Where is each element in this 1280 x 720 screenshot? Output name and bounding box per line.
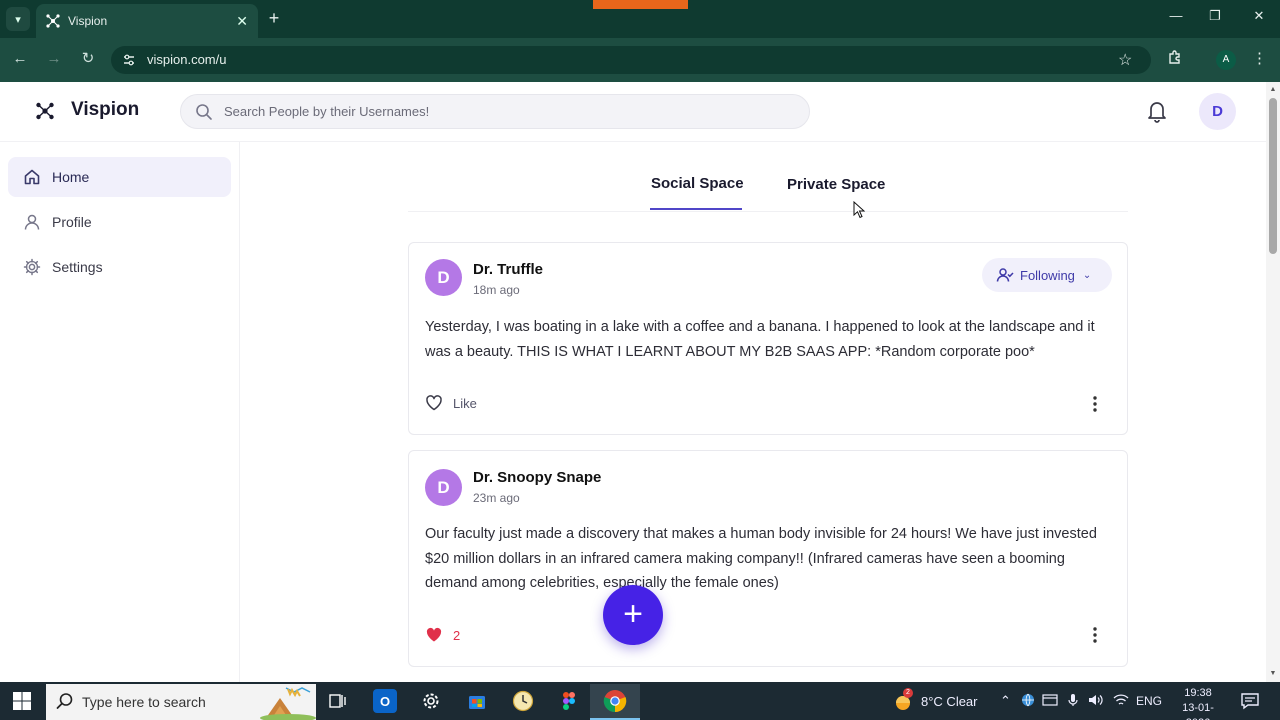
outlook-icon[interactable]: O — [373, 689, 397, 713]
chrome-icon[interactable] — [603, 689, 627, 713]
tab-social-space[interactable]: Social Space — [651, 175, 744, 192]
scroll-down-icon[interactable]: ▼ — [1268, 670, 1278, 677]
user-avatar[interactable]: D — [1199, 93, 1236, 130]
bookmark-star-icon[interactable]: ☆ — [1118, 50, 1132, 70]
user-check-icon — [996, 266, 1014, 284]
notification-center-icon[interactable] — [1240, 691, 1260, 711]
wifi-icon[interactable] — [1113, 693, 1129, 710]
address-bar[interactable] — [111, 46, 1151, 74]
create-post-button[interactable]: + — [603, 585, 663, 645]
sidebar-item-label: Home — [52, 169, 90, 185]
notification-bell-icon[interactable] — [1146, 99, 1168, 123]
microsoft-store-icon[interactable] — [465, 689, 489, 713]
browser-profile-avatar[interactable]: A — [1216, 50, 1236, 70]
space-tabs — [408, 142, 1128, 212]
post-menu-icon[interactable] — [1087, 625, 1103, 645]
tab-title: Vispion — [68, 14, 108, 28]
close-window-button[interactable]: ✕ — [1249, 8, 1269, 24]
app-logo-text[interactable]: Vispion — [71, 99, 139, 121]
folder-tray-icon[interactable] — [1042, 693, 1058, 710]
scrollbar-thumb[interactable] — [1269, 98, 1277, 254]
chevron-down-icon: ⌄ — [1082, 269, 1092, 281]
following-button[interactable]: Following ⌄ — [982, 258, 1112, 292]
system-clock[interactable]: 19:38 13-01-2026 — [1170, 686, 1226, 720]
reload-icon[interactable]: ↻ — [78, 49, 98, 69]
weather-badge: 2 — [903, 688, 913, 698]
search-highlight-illustration-icon — [258, 684, 316, 720]
search-icon — [56, 692, 74, 710]
like-button[interactable]: Like — [425, 394, 477, 412]
post-body: Yesterday, I was boating in a lake with … — [425, 319, 1095, 360]
heart-outline-icon — [425, 394, 443, 412]
post-timestamp: 23m ago — [473, 491, 520, 505]
browser-menu-icon[interactable]: ⋮ — [1252, 49, 1267, 67]
like-button[interactable]: 2 — [425, 626, 460, 644]
recording-indicator — [593, 0, 688, 9]
home-icon — [22, 167, 42, 187]
scroll-up-icon[interactable]: ▲ — [1268, 86, 1278, 93]
like-label: Like — [453, 395, 477, 411]
clock-date: 13-01-2026 — [1182, 702, 1214, 720]
show-hidden-icons-chevron-icon[interactable]: ⌃ — [1000, 693, 1011, 709]
clock-time: 19:38 — [1184, 687, 1212, 699]
search-input[interactable] — [224, 101, 784, 121]
forward-icon[interactable]: → — [44, 49, 64, 69]
taskbar-search-placeholder[interactable]: Type here to search — [82, 694, 206, 710]
microphone-icon[interactable] — [1068, 693, 1078, 710]
network-globe-icon[interactable] — [1021, 693, 1035, 710]
post-timestamp: 18m ago — [473, 283, 520, 297]
figma-icon[interactable] — [557, 689, 581, 713]
post-card: D Dr. Truffle 18m ago Following ⌄ Yester… — [408, 242, 1128, 435]
sidebar-item-label: Profile — [52, 214, 92, 230]
vispion-favicon-icon — [46, 14, 60, 28]
clock-app-icon[interactable] — [511, 689, 535, 713]
post-author-name[interactable]: Dr. Truffle — [473, 261, 543, 278]
active-tab-indicator — [650, 208, 742, 210]
mouse-cursor-icon — [853, 200, 866, 219]
sidebar-item-settings[interactable]: Settings — [8, 247, 231, 287]
tab-search-button[interactable]: ▾ — [6, 7, 30, 31]
new-tab-button[interactable]: + — [264, 8, 284, 28]
site-info-icon[interactable] — [122, 53, 136, 67]
post-author-avatar[interactable]: D — [425, 469, 462, 506]
windows-start-icon[interactable] — [12, 691, 32, 711]
volume-icon[interactable] — [1088, 693, 1104, 710]
post-menu-icon[interactable] — [1087, 394, 1103, 414]
settings-gear-icon[interactable] — [419, 689, 443, 713]
url-text[interactable]: vispion.com/u — [147, 52, 226, 67]
back-icon[interactable]: ← — [10, 49, 30, 69]
post-body: Our faculty just made a discovery that m… — [425, 526, 1097, 591]
extensions-icon[interactable] — [1166, 49, 1184, 67]
weather-text[interactable]: 8°C Clear — [921, 694, 978, 709]
search-icon — [195, 103, 213, 121]
following-label: Following — [1020, 267, 1075, 283]
sidebar-item-profile[interactable]: Profile — [8, 202, 231, 242]
sidebar-item-home[interactable]: Home — [8, 157, 231, 197]
browser-tab[interactable]: Vispion ✕ — [36, 4, 258, 38]
restore-button[interactable]: ❐ — [1205, 8, 1225, 24]
vispion-logo-icon — [35, 101, 55, 121]
minimize-button[interactable]: — — [1166, 8, 1186, 23]
tab-close-icon[interactable]: ✕ — [236, 13, 248, 30]
gear-icon — [22, 257, 42, 277]
tab-private-space[interactable]: Private Space — [787, 176, 885, 193]
like-count: 2 — [453, 627, 461, 643]
language-indicator[interactable]: ENG — [1136, 694, 1162, 708]
post-author-name[interactable]: Dr. Snoopy Snape — [473, 469, 601, 486]
post-card: D Dr. Snoopy Snape 23m ago Our faculty j… — [408, 450, 1128, 667]
heart-filled-icon — [425, 626, 443, 644]
sidebar-item-label: Settings — [52, 259, 103, 275]
post-author-avatar[interactable]: D — [425, 259, 462, 296]
task-view-icon[interactable] — [326, 689, 350, 713]
user-icon — [22, 212, 42, 232]
